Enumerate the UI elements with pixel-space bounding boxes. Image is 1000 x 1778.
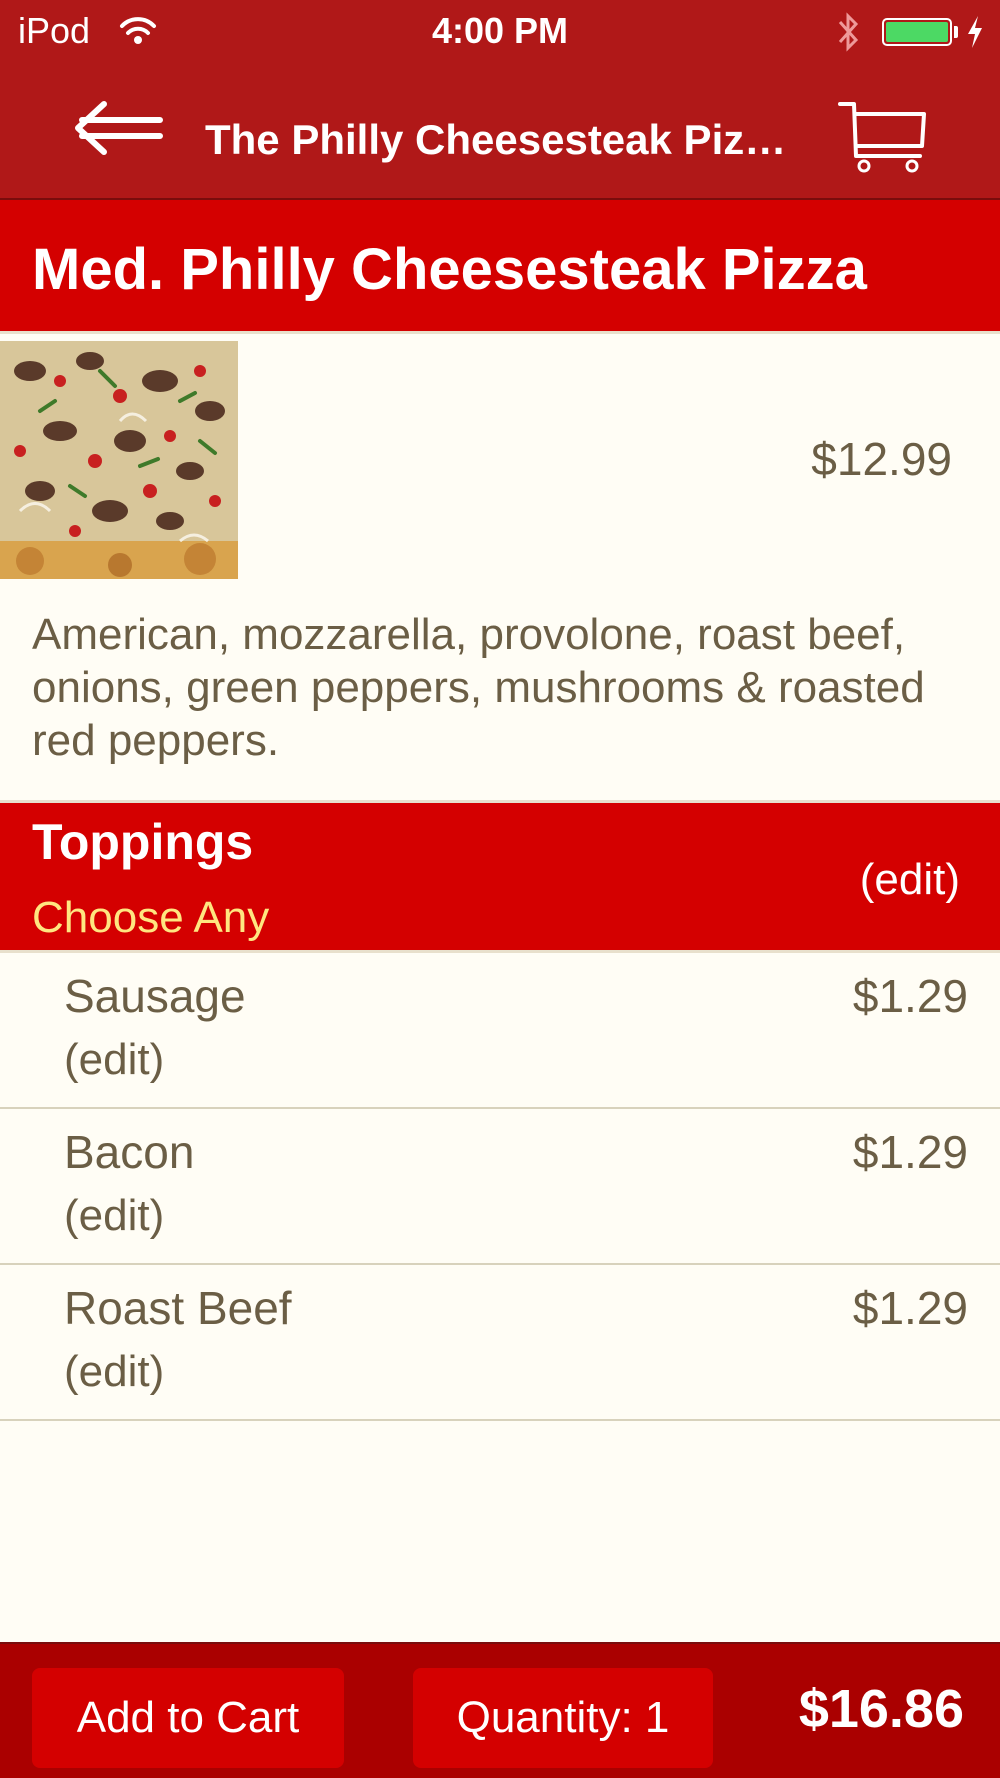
toppings-subtitle: Choose Any: [32, 893, 270, 942]
topping-row-bacon[interactable]: Bacon (edit) $1.29: [0, 1109, 1000, 1265]
topping-price: $1.29: [852, 1126, 968, 1178]
nav-bar: The Philly Cheesesteak Piz…: [0, 64, 1000, 200]
topping-name: Bacon: [64, 1126, 195, 1178]
topping-name: Sausage: [64, 970, 246, 1022]
toppings-header: Toppings Choose Any (edit): [0, 800, 1000, 953]
item-header: Med. Philly Cheesesteak Pizza: [0, 200, 1000, 334]
topping-edit-link[interactable]: (edit): [64, 1035, 164, 1085]
bluetooth-icon: [838, 12, 859, 52]
battery-icon: [882, 18, 952, 46]
toppings-edit-link[interactable]: (edit): [860, 855, 960, 905]
add-to-cart-button[interactable]: Add to Cart: [32, 1668, 344, 1768]
item-description: American, mozzarella, provolone, roast b…: [32, 610, 925, 765]
pizza-image: [0, 341, 238, 579]
toppings-title: Toppings: [32, 814, 254, 870]
item-price: $12.99: [811, 433, 952, 485]
topping-edit-link[interactable]: (edit): [64, 1347, 164, 1397]
cart-icon[interactable]: [836, 96, 928, 176]
status-bar: iPod 4:00 PM: [0, 0, 1000, 64]
topping-name: Roast Beef: [64, 1282, 292, 1334]
back-arrow-icon[interactable]: [72, 98, 168, 158]
charging-bolt-icon: [968, 16, 982, 48]
order-total: $16.86: [798, 1679, 964, 1739]
topping-edit-link[interactable]: (edit): [64, 1191, 164, 1241]
battery-fill: [886, 22, 948, 42]
item-name: Med. Philly Cheesesteak Pizza: [32, 237, 867, 302]
topping-row-roast-beef[interactable]: Roast Beef (edit) $1.29: [0, 1265, 1000, 1421]
bottom-bar: Add to Cart Quantity: 1 $16.86: [0, 1642, 1000, 1778]
battery-tip: [954, 26, 958, 38]
topping-price: $1.29: [852, 970, 968, 1022]
quantity-button[interactable]: Quantity: 1: [413, 1668, 713, 1768]
nav-title: The Philly Cheesesteak Piz…: [205, 116, 787, 163]
topping-price: $1.29: [852, 1282, 968, 1334]
topping-row-sausage[interactable]: Sausage (edit) $1.29: [0, 953, 1000, 1109]
